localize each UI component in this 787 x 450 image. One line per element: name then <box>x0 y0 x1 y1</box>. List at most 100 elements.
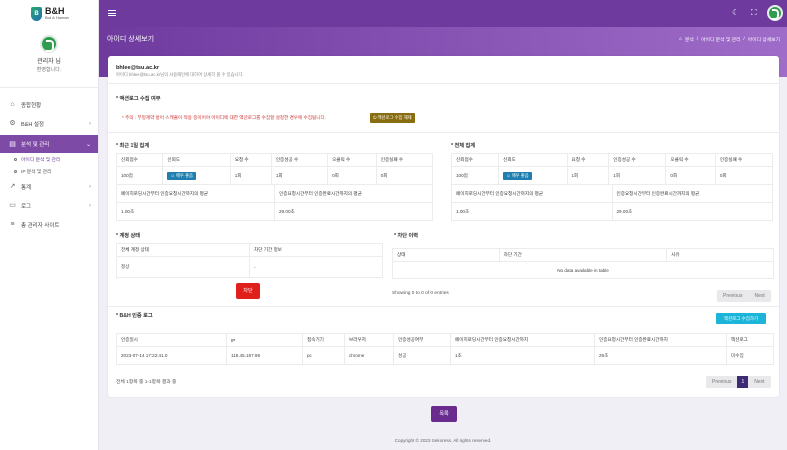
table-cell: pc <box>302 346 345 365</box>
sidebar: B B&H Bot & Human 관리자 님 환영합니다. ⌂ 종합현황 ⚙ B&… <box>0 0 99 450</box>
table-cell: 정상 <box>116 256 250 278</box>
user-avatar[interactable] <box>767 5 783 21</box>
sidebar-item-settings[interactable]: ⚙ B&H 설정 › <box>0 114 98 133</box>
breadcrumb: ⌂ 분석 / 아이디 분석 및 관리 / 아이디 상세보기 <box>679 36 780 43</box>
actionlog-disable-button[interactable]: ⏻ 액션로그 수집 해제 <box>370 113 415 123</box>
doc-icon: ▭ <box>9 202 16 209</box>
table-cell: - <box>249 256 383 278</box>
page-title: 아이디 상세보기 <box>107 36 155 43</box>
column-header: 요청 수 <box>229 153 272 167</box>
sidebar-item-admin-site[interactable]: ≡ 총 관리자 사이트 <box>0 215 98 234</box>
table-header-row: 신뢰점수 신뢰도 요청 수 인증성공 수 오클릭 수 인증실패 수 <box>450 153 774 167</box>
empty-message: No data available in table <box>392 261 774 279</box>
column-header[interactable]: 상태 <box>392 248 500 262</box>
column-header[interactable]: 인증성공여부 <box>393 333 451 347</box>
column-header: 페이지로딩시간부터 인증요청시간까지의 평균 <box>451 184 613 203</box>
column-header: 신뢰도 <box>162 153 231 167</box>
column-header[interactable]: 페이지로딩시간부터 인증요청시간까지 <box>450 333 595 347</box>
divider <box>108 306 779 307</box>
column-header[interactable]: 인증요청시간부터 인증완료시간까지 <box>594 333 727 347</box>
list-icon: ≡ <box>10 221 15 228</box>
table-cell: 0회 <box>327 166 377 185</box>
collect-actionlog-button[interactable]: 액션로그 수집하기 <box>716 313 766 324</box>
circle-icon <box>14 157 17 161</box>
badge-label: 매우 좋음 <box>511 172 529 178</box>
table-cell: 1.00초 <box>451 202 613 221</box>
moon-icon[interactable]: ☾ <box>732 8 739 17</box>
section-title-text: 액션로그 수집 여부 <box>119 96 161 102</box>
column-header[interactable]: IP <box>226 333 303 347</box>
column-header[interactable]: 사유 <box>666 248 774 262</box>
authlog-showing-info: 전체 1항목 중 1-1항목 결과 중 <box>116 380 177 385</box>
breadcrumb-separator: / <box>696 37 699 42</box>
table-cell: 100점 <box>115 166 164 185</box>
column-header: 인증요청시간부터 인증완료시간까지의 평균 <box>274 184 433 203</box>
sidebar-item-dashboard[interactable]: ⌂ 종합현황 <box>0 95 98 114</box>
sidebar-item-label: 총 관리자 사이트 <box>21 222 60 229</box>
sidebar-item-stats[interactable]: ↗ 통계 › <box>0 177 98 196</box>
sidebar-item-analysis[interactable]: ▤ 분석 및 관리 ⌄ <box>0 135 98 153</box>
table-header-row: 페이지로딩시간부터 인증요청시간까지의 평균 인증요청시간부터 인증완료시간까지… <box>451 184 773 203</box>
column-header: 전체 계정 상태 <box>116 243 250 257</box>
table-cell: 0회 <box>665 166 716 185</box>
profile-name: 관리자 님 <box>37 59 61 65</box>
table-row: 1.00초 29.00초 <box>116 202 433 221</box>
sidebar-item-label: 로그 <box>21 203 32 210</box>
sidebar-item-label: 종합현황 <box>21 102 42 109</box>
column-header[interactable]: 접속기기 <box>302 333 345 347</box>
column-header[interactable]: 인증일시 <box>116 333 227 347</box>
user-description: 아이디 bhlee@tsu.ac.kr님의 사용패턴에 대하여 상세히 볼 수 … <box>116 72 244 77</box>
brand-logo[interactable]: B B&H Bot & Human <box>0 0 98 27</box>
total-table: 신뢰점수 신뢰도 요청 수 인증성공 수 오클릭 수 인증실패 수 100점 ☺… <box>450 153 774 185</box>
table-header-row: 전체 계정 상태 차단 기간 정보 <box>116 243 383 257</box>
authlog-title: * B&H 인증 로그 <box>116 313 153 319</box>
table-cell: 1.00초 <box>116 202 275 221</box>
table-cell: ☺ 매우 좋음 <box>162 166 231 185</box>
next-button[interactable]: Next <box>748 290 771 302</box>
table-row: No data available in table <box>392 261 774 279</box>
column-header[interactable]: 브라우저 <box>344 333 394 347</box>
sidebar-subitem-ip-analysis[interactable]: IP 분석 및 관리 <box>0 165 98 177</box>
account-table: 전체 계정 상태 차단 기간 정보 정상 - <box>116 243 383 278</box>
table-cell: 1회 <box>229 166 272 185</box>
table-cell: 미수집 <box>726 346 774 365</box>
sidebar-subitem-id-analysis[interactable]: 아이디 분석 및 관리 <box>0 153 98 165</box>
stats-icon: ↗ <box>9 183 16 190</box>
account-title: * 계정 상태 <box>116 233 141 239</box>
brand-title: B&H <box>45 6 65 16</box>
breadcrumb-item: 아이디 상세보기 <box>747 38 780 43</box>
column-header: 페이지로딩시간부터 인증요청시간까지의 평균 <box>116 184 275 203</box>
column-header: 인증실패 수 <box>375 153 434 167</box>
circle-icon <box>14 169 17 173</box>
breadcrumb-item[interactable]: 아이디 분석 및 관리 <box>701 36 740 43</box>
next-button[interactable]: Next <box>748 376 771 388</box>
avatar <box>40 35 58 53</box>
gear-icon: ⚙ <box>9 120 16 127</box>
back-to-list-button[interactable]: 목록 <box>431 406 457 422</box>
page-1-button[interactable]: 1 <box>737 376 749 388</box>
breadcrumb-item[interactable]: 분석 <box>685 36 694 43</box>
menu-toggle-icon[interactable] <box>108 10 116 16</box>
block-pagination: Previous Next <box>717 290 771 302</box>
fullscreen-icon[interactable]: ⛶ <box>751 8 757 18</box>
column-header: 신뢰도 <box>498 153 568 167</box>
column-header[interactable]: 액션로그 <box>726 333 774 347</box>
divider <box>108 83 779 84</box>
footer-copyright: Copyright © 2023 Sekoress. All rights re… <box>394 438 492 443</box>
sidebar-item-label: 통계 <box>21 184 32 191</box>
topbar: ☾ ⛶ <box>99 0 787 27</box>
table-row: 100점 ☺ 매우 좋음 1회 1회 0회 0회 <box>115 166 434 185</box>
sidebar-item-log[interactable]: ▭ 로그 › <box>0 196 98 215</box>
breadcrumb-separator: / <box>743 37 745 42</box>
profile-welcome: 환영합니다. <box>36 67 62 73</box>
table-header-row: 페이지로딩시간부터 인증요청시간까지의 평균 인증요청시간부터 인증완료시간까지… <box>116 184 433 203</box>
previous-button[interactable]: Previous <box>706 376 738 388</box>
table-cell: 1회 <box>270 166 329 185</box>
table-cell: 29.00초 <box>274 202 433 221</box>
chart-icon: ▤ <box>9 140 16 148</box>
previous-button[interactable]: Previous <box>717 290 749 302</box>
home-icon[interactable]: ⌂ <box>679 37 682 42</box>
actionlog-warning: * 주의 : 부정계약 방어 스케줄이 적용 중이어야 아이디에 대한 액션로그… <box>122 115 326 120</box>
column-header[interactable]: 차단 기간 <box>498 248 668 262</box>
block-account-button[interactable]: 차단 <box>236 283 260 299</box>
